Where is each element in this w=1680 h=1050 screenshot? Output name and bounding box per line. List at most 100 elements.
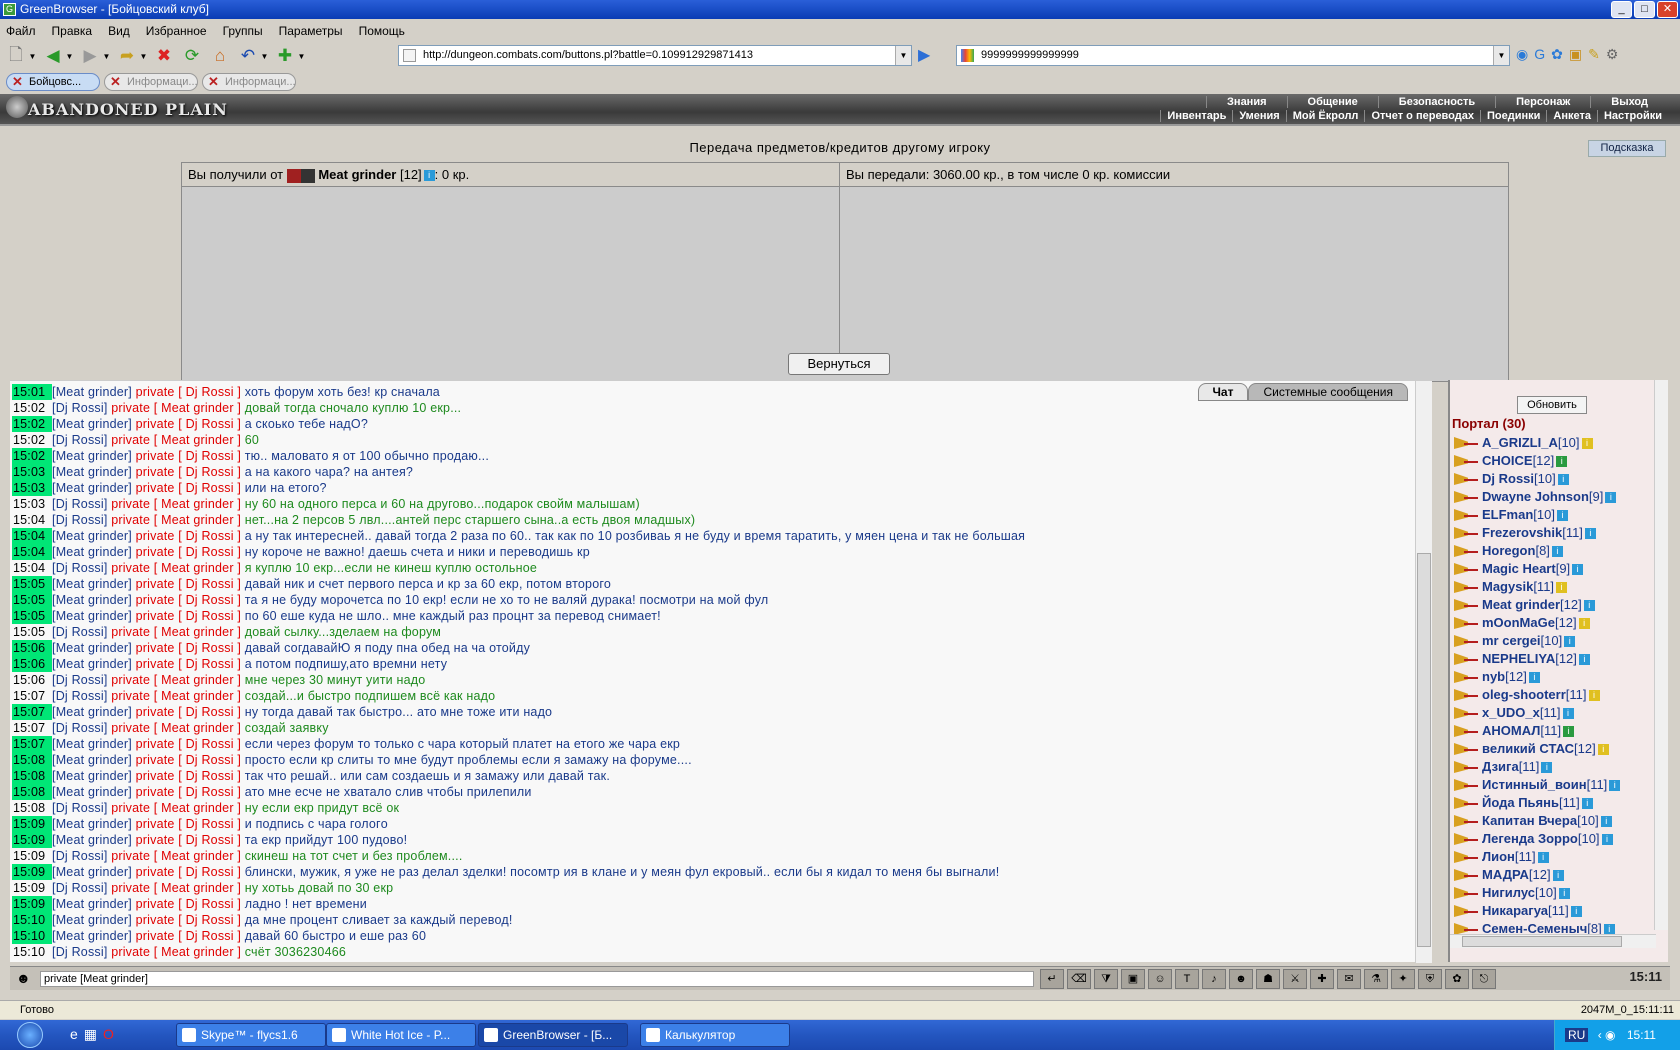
info-icon[interactable]: i xyxy=(1609,780,1621,792)
go-arrow-icon[interactable]: ▶ xyxy=(918,45,930,65)
info-icon[interactable]: i xyxy=(1601,834,1613,846)
chat-sender[interactable]: [Dj Rossi] xyxy=(52,561,111,575)
user-name[interactable]: Дзига xyxy=(1482,759,1519,774)
game-subnav-item[interactable]: Анкета xyxy=(1546,110,1597,122)
user-name[interactable]: mr cergei xyxy=(1482,633,1541,648)
private-arrow-icon[interactable] xyxy=(1464,605,1478,607)
chat-recipient-name[interactable]: Dj Rossi xyxy=(186,465,234,479)
chat-recipient-name[interactable]: Meat grinder xyxy=(161,561,234,575)
chat-timestamp[interactable]: 15:03 xyxy=(12,464,52,480)
chat-private-target[interactable]: private [ Dj Rossi ] xyxy=(136,705,245,719)
chat-sender-name[interactable]: Dj Rossi xyxy=(56,497,104,511)
chat-timestamp[interactable]: 15:08 xyxy=(12,784,52,800)
user-name[interactable]: Капитан Вчера xyxy=(1482,813,1577,828)
chat-private-target[interactable]: private [ Dj Rossi ] xyxy=(136,929,245,943)
private-arrow-icon[interactable] xyxy=(1464,713,1478,715)
user-row[interactable]: Magic Heart[9] i xyxy=(1452,560,1656,578)
chat-timestamp[interactable]: 15:10 xyxy=(12,928,52,944)
user-row[interactable]: Frezerovshik[11] i xyxy=(1452,524,1656,542)
info-icon[interactable]: i xyxy=(1562,708,1574,720)
chat-sender-name[interactable]: Meat grinder xyxy=(56,737,129,751)
chat-sender-name[interactable]: Meat grinder xyxy=(56,449,129,463)
chat-recipient-name[interactable]: Dj Rossi xyxy=(186,449,234,463)
chat-private-target[interactable]: private [ Dj Rossi ] xyxy=(136,833,245,847)
private-arrow-icon[interactable] xyxy=(1464,587,1478,589)
user-name[interactable]: Лион xyxy=(1482,849,1515,864)
user-name[interactable]: Frezerovshik xyxy=(1482,525,1562,540)
chat-recipient-name[interactable]: Dj Rossi xyxy=(186,817,234,831)
chat-private-target[interactable]: private [ Meat grinder ] xyxy=(111,945,245,959)
chat-private-target[interactable]: private [ Meat grinder ] xyxy=(111,673,245,687)
chat-sender-name[interactable]: Dj Rossi xyxy=(56,625,104,639)
chat-recipient-name[interactable]: Meat grinder xyxy=(161,625,234,639)
chat-sender-name[interactable]: Meat grinder xyxy=(56,545,129,559)
chat-timestamp[interactable]: 15:02 xyxy=(12,432,52,448)
private-arrow-icon[interactable] xyxy=(1464,839,1478,841)
home-button[interactable]: ⌂ xyxy=(208,45,232,67)
tab-close-icon[interactable]: ✕ xyxy=(110,74,121,90)
game-nav-item[interactable]: Знания xyxy=(1206,96,1286,108)
chat-timestamp[interactable]: 15:06 xyxy=(12,640,52,656)
received-nick[interactable]: Meat grinder xyxy=(318,167,396,182)
chat-sender[interactable]: [Meat grinder] xyxy=(52,705,136,719)
user-row[interactable]: Dwayne Johnson[9] i xyxy=(1452,488,1656,506)
chat-sender[interactable]: [Meat grinder] xyxy=(52,833,136,847)
user-name[interactable]: великий СТАС xyxy=(1482,741,1574,756)
chat-sender[interactable]: [Meat grinder] xyxy=(52,865,136,879)
user-name[interactable]: mOonMaGe xyxy=(1482,615,1555,630)
search-input[interactable]: 9999999999999999 ▼ xyxy=(956,45,1510,66)
info-icon[interactable]: i xyxy=(1528,672,1540,684)
chat-sender-name[interactable]: Dj Rossi xyxy=(56,513,104,527)
chat-timestamp[interactable]: 15:09 xyxy=(12,848,52,864)
chat-private-target[interactable]: private [ Dj Rossi ] xyxy=(136,529,245,543)
user-name[interactable]: Magic Heart xyxy=(1482,561,1556,576)
chat-sender-name[interactable]: Meat grinder xyxy=(56,897,129,911)
chat-sender-name[interactable]: Dj Rossi xyxy=(56,945,104,959)
user-row[interactable]: mr cergei[10] i xyxy=(1452,632,1656,650)
chat-private-target[interactable]: private [ Dj Rossi ] xyxy=(136,609,245,623)
menu-item[interactable]: Избранное xyxy=(146,24,207,38)
chat-sender-name[interactable]: Dj Rossi xyxy=(56,401,104,415)
chat-sender[interactable]: [Dj Rossi] xyxy=(52,721,111,735)
user-row[interactable]: Magysik[11] i xyxy=(1452,578,1656,596)
chat-recipient-name[interactable]: Dj Rossi xyxy=(186,641,234,655)
chevron-down-icon[interactable]: ▼ xyxy=(297,45,306,67)
close-window-button[interactable]: ✕ xyxy=(1657,1,1678,18)
filter-icon[interactable]: ⧩ xyxy=(1094,969,1118,989)
chat-recipient-name[interactable]: Meat grinder xyxy=(161,673,234,687)
game-nav-item[interactable]: Безопасность xyxy=(1377,96,1495,108)
chat-timestamp[interactable]: 15:10 xyxy=(12,912,52,928)
chat-private-target[interactable]: private [ Meat grinder ] xyxy=(111,497,245,511)
chat-timestamp[interactable]: 15:03 xyxy=(12,480,52,496)
chat-sender[interactable]: [Dj Rossi] xyxy=(52,513,111,527)
chat-recipient-name[interactable]: Dj Rossi xyxy=(186,929,234,943)
chat-timestamp[interactable]: 15:07 xyxy=(12,720,52,736)
chat-sender[interactable]: [Meat grinder] xyxy=(52,577,136,591)
chat-timestamp[interactable]: 15:03 xyxy=(12,496,52,512)
chat-recipient-name[interactable]: Dj Rossi xyxy=(186,609,234,623)
opera-icon[interactable]: O xyxy=(103,1026,114,1043)
image-engine-icon[interactable]: ▣ xyxy=(1569,46,1582,63)
chat-private-target[interactable]: private [ Dj Rossi ] xyxy=(136,545,245,559)
armor-icon[interactable]: ⛨ xyxy=(1418,969,1442,989)
menu-item[interactable]: Вид xyxy=(108,24,130,38)
user-name[interactable]: АНОМАЛ xyxy=(1482,723,1540,738)
highlight-icon[interactable]: ✎ xyxy=(1588,46,1600,63)
game-subnav-item[interactable]: Поединки xyxy=(1479,110,1546,122)
chat-sender-name[interactable]: Dj Rossi xyxy=(56,433,104,447)
chat-private-target[interactable]: private [ Dj Rossi ] xyxy=(136,593,245,607)
chat-private-target[interactable]: private [ Dj Rossi ] xyxy=(136,785,245,799)
game-nav-item[interactable]: Выход xyxy=(1590,96,1668,108)
chat-private-target[interactable]: private [ Dj Rossi ] xyxy=(136,449,245,463)
chat-sender-name[interactable]: Meat grinder xyxy=(56,785,129,799)
fight-icon[interactable]: ⚔ xyxy=(1283,969,1307,989)
user-name[interactable]: Dwayne Johnson xyxy=(1482,489,1589,504)
chat-private-target[interactable]: private [ Meat grinder ] xyxy=(111,401,245,415)
user-row[interactable]: Капитан Вчера[10] i xyxy=(1452,812,1656,830)
private-arrow-icon[interactable] xyxy=(1464,875,1478,877)
user-name[interactable]: Никарагуа xyxy=(1482,903,1548,918)
private-arrow-icon[interactable] xyxy=(1464,767,1478,769)
undo-close-icon[interactable]: ↶ xyxy=(236,45,260,67)
tab-close-icon[interactable]: ✕ xyxy=(208,74,219,90)
ie-icon[interactable]: e xyxy=(70,1026,78,1043)
